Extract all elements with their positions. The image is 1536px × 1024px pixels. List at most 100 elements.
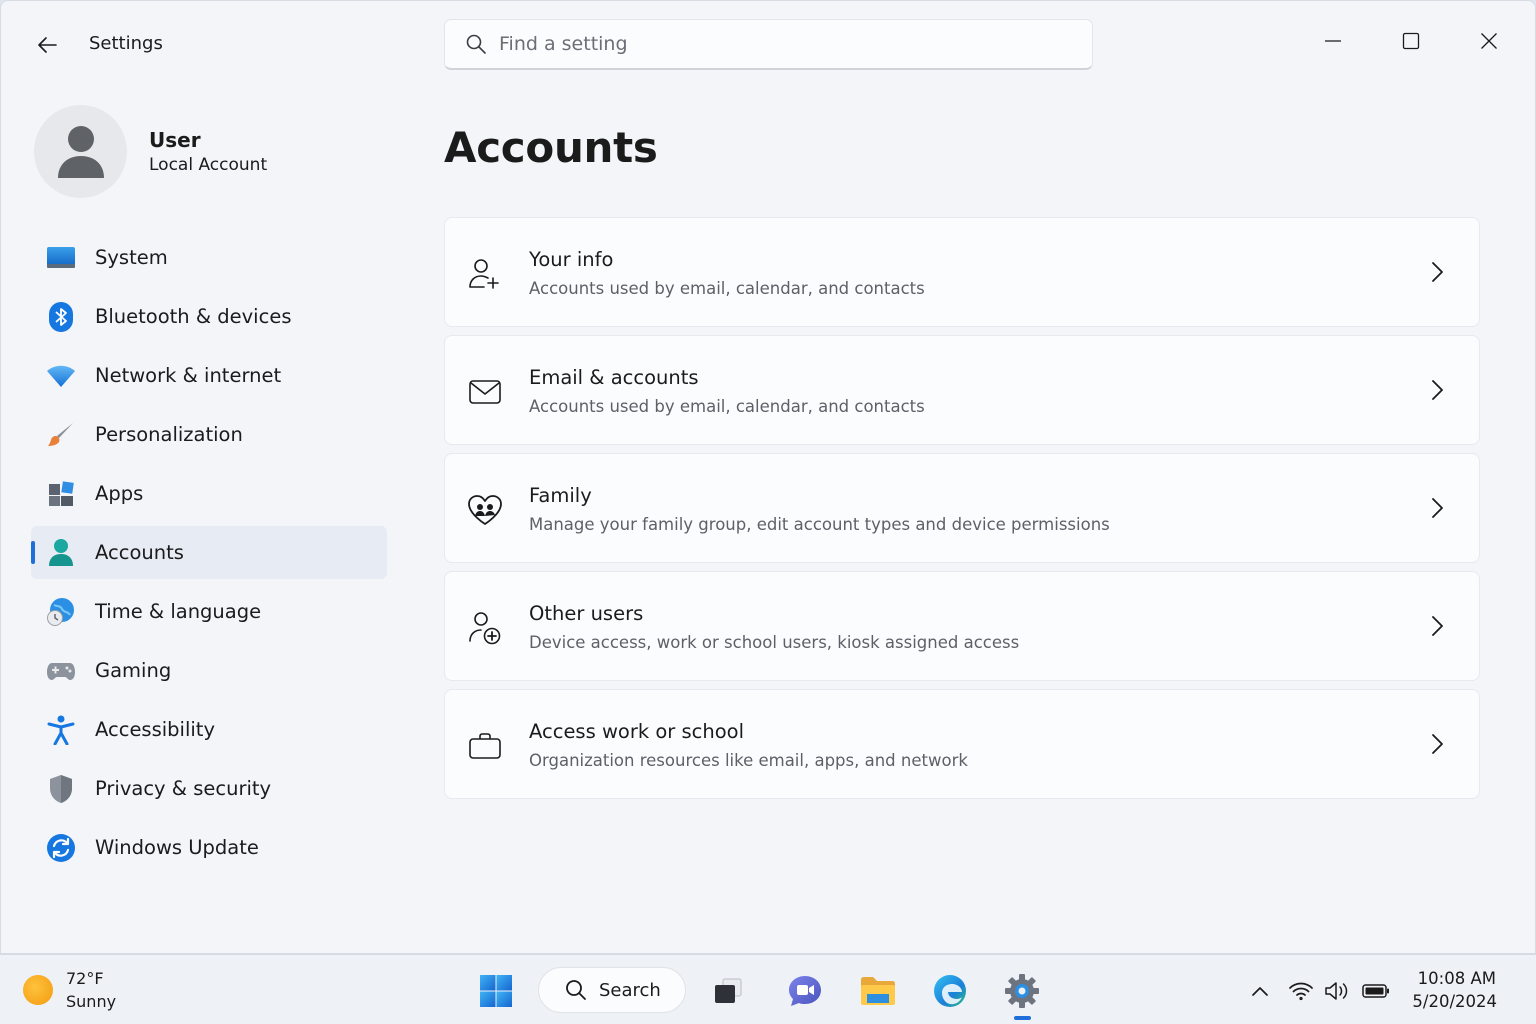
card-subtitle: Accounts used by email, calendar, and co… [529,279,925,298]
page-title: Accounts [444,123,658,172]
sidebar-item-privacy-security[interactable]: Privacy & security [31,762,387,815]
briefcase-icon [467,728,503,764]
refresh-icon [46,833,76,863]
taskbar: 72°F Sunny Search 10:08 AM 5/20/2024 [0,954,1536,1024]
task-view-icon [715,978,742,1003]
arrow-left-icon [38,37,57,53]
sidebar-item-system[interactable]: System [31,231,387,284]
active-app-indicator [1014,1016,1031,1020]
battery-status-button[interactable] [1362,977,1390,1005]
user-name: User [149,128,201,152]
edge-browser-button[interactable] [930,971,970,1011]
sidebar-item-label: Personalization [95,423,243,446]
wifi-icon [1289,982,1313,1001]
maximize-button[interactable] [1391,23,1431,59]
sidebar-item-accessibility[interactable]: Accessibility [31,703,387,756]
sidebar-item-windows-update[interactable]: Windows Update [31,821,387,874]
speaker-icon [1325,982,1348,1000]
folder-icon [861,977,895,1005]
mail-icon [467,374,503,410]
windows-logo-icon [480,975,512,1007]
card-other-users[interactable]: Other users Device access, work or schoo… [444,571,1480,681]
accessibility-icon [46,715,76,745]
edge-icon [934,975,966,1007]
shield-icon [46,774,76,804]
chevron-right-icon [1425,614,1449,638]
person-add-icon [467,256,503,292]
card-title: Access work or school [529,720,745,743]
card-access-work-school[interactable]: Access work or school Organization resou… [444,689,1480,799]
paintbrush-icon [46,420,76,450]
settings-app-button[interactable] [1002,971,1042,1011]
sidebar-item-time-language[interactable]: Time & language [31,585,387,638]
minimize-button[interactable] [1313,23,1353,59]
card-subtitle: Manage your family group, edit account t… [529,515,1110,534]
chevron-right-icon [1425,260,1449,284]
taskbar-search-label: Search [599,979,661,1001]
sidebar-item-label: Time & language [95,600,262,623]
sidebar-item-network[interactable]: Network & internet [31,349,387,402]
chevron-right-icon [1425,732,1449,756]
user-account-type: Local Account [149,155,268,175]
sidebar-item-label: System [95,246,168,269]
sidebar-item-accounts[interactable]: Accounts [31,526,387,579]
back-button[interactable] [31,29,63,61]
user-silhouette-icon [57,125,104,178]
show-hidden-icons-button[interactable] [1246,977,1274,1005]
sidebar-item-apps[interactable]: Apps [31,467,387,520]
card-your-info[interactable]: Your info Accounts used by email, calend… [444,217,1480,327]
card-family[interactable]: Family Manage your family group, edit ac… [444,453,1480,563]
close-icon [1481,33,1497,49]
card-title: Email & accounts [529,366,699,389]
apps-grid-icon [46,479,76,509]
sun-icon[interactable] [23,975,53,1005]
chevron-right-icon [1425,378,1449,402]
chevron-right-icon [1425,496,1449,520]
settings-card-list: Your info Accounts used by email, calend… [444,217,1480,807]
close-button[interactable] [1469,23,1509,59]
avatar[interactable] [34,105,127,198]
card-title: Your info [529,248,614,271]
sidebar-nav: System Bluetooth & devices Network & int… [31,231,387,880]
chat-icon [789,976,821,1006]
gear-icon [1005,974,1039,1008]
app-title: Settings [89,33,163,54]
sidebar-item-label: Apps [95,482,144,505]
volume-button[interactable] [1323,977,1351,1005]
gamepad-icon [46,656,76,686]
minimize-icon [1325,40,1341,42]
sidebar-item-gaming[interactable]: Gaming [31,644,387,697]
sidebar-item-label: Network & internet [95,364,282,387]
monitor-icon [46,243,76,273]
taskbar-search[interactable]: Search [538,967,686,1013]
task-view-button[interactable] [708,971,748,1011]
sidebar-item-label: Bluetooth & devices [95,305,292,328]
weather-condition[interactable]: Sunny [66,992,116,1011]
start-button[interactable] [476,971,516,1011]
sidebar-item-label: Privacy & security [95,777,272,800]
file-explorer-button[interactable] [858,971,898,1011]
chat-app-button[interactable] [785,971,825,1011]
weather-temperature[interactable]: 72°F [66,969,104,988]
sidebar-item-personalization[interactable]: Personalization [31,408,387,461]
chevron-up-icon [1252,987,1268,996]
battery-icon [1362,984,1389,998]
settings-window: Settings User Local Account System Bluet… [0,0,1536,954]
card-subtitle: Accounts used by email, calendar, and co… [529,397,925,416]
network-status-button[interactable] [1287,977,1315,1005]
search-icon [466,34,486,54]
card-subtitle: Device access, work or school users, kio… [529,633,1020,652]
globe-clock-icon [46,597,76,627]
sidebar-item-label: Gaming [95,659,172,682]
card-email-accounts[interactable]: Email & accounts Accounts used by email,… [444,335,1480,445]
sidebar-item-bluetooth[interactable]: Bluetooth & devices [31,290,387,343]
sidebar-item-label: Accessibility [95,718,215,741]
card-title: Family [529,484,592,507]
clock-time[interactable]: 10:08 AM [1418,969,1496,988]
settings-search[interactable] [444,19,1093,70]
search-icon [566,980,586,1000]
sidebar-item-label: Windows Update [95,836,259,859]
clock-date[interactable]: 5/20/2024 [1412,992,1497,1011]
maximize-icon [1402,32,1420,50]
search-input[interactable] [499,33,1059,55]
